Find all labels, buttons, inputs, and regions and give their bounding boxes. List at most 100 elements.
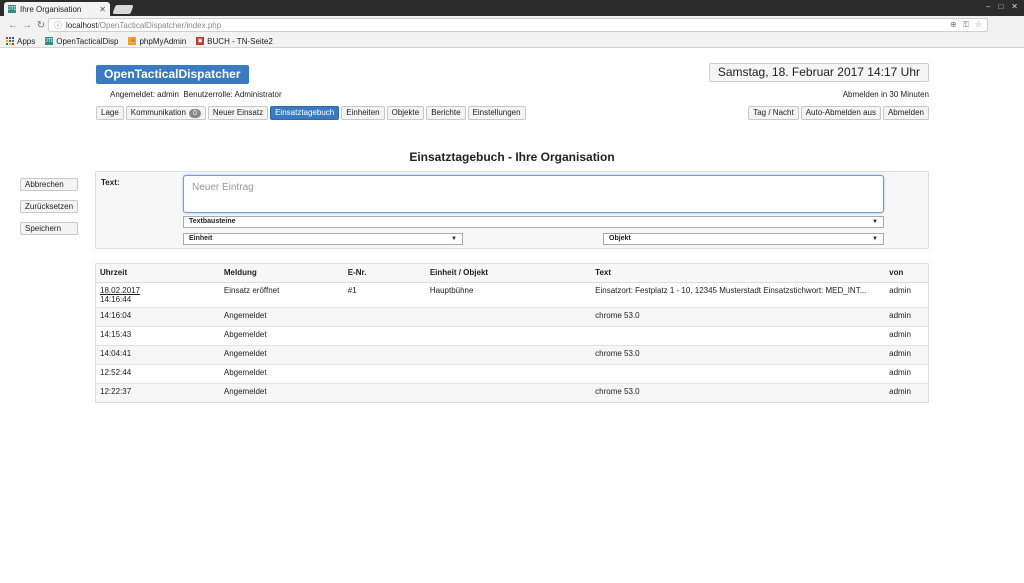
table-header-row: Uhrzeit Meldung E-Nr. Einheit / Objekt T… (96, 264, 928, 283)
bookmark-buch[interactable]: ▣ BUCH - TN-Seite2 (196, 37, 273, 46)
url-host: localhost (66, 20, 98, 30)
bookmark-phpmyadmin[interactable]: ⛵ phpMyAdmin (128, 37, 186, 46)
logout-button[interactable]: Abmelden (882, 106, 929, 120)
secondary-nav: Tag / Nacht Auto-Abmelden aus Abmelden (748, 106, 929, 120)
bookmark-label: phpMyAdmin (139, 36, 187, 46)
browser-tab[interactable]: OTD Ihre Organisation ✕ (4, 2, 110, 16)
meldung-cell: Angemeldet (219, 307, 344, 327)
table-row: 18.02.2017 14:16:44 Einsatz eröffnet #1 … (96, 282, 928, 308)
bookmark-star-icon[interactable]: ☆ (975, 20, 982, 30)
einheit-cell (425, 383, 592, 402)
otd-favicon-icon: OTD (43, 37, 55, 45)
time-cell: 12:52:44 (96, 364, 220, 384)
browser-tab-title: Ihre Organisation (20, 4, 82, 14)
dropdown-arrow-icon: ▼ (451, 236, 457, 242)
column-header: Uhrzeit (96, 264, 220, 283)
date-link[interactable]: 18.02.2017 (100, 286, 140, 295)
entry-form: Text: Textbausteine ▼ Einheit ▼ Objekt ▼ (95, 171, 929, 249)
close-window-icon[interactable]: ✕ (1011, 2, 1018, 11)
brand-logo[interactable]: OpenTacticalDispatcher (96, 65, 249, 84)
log-table: Uhrzeit Meldung E-Nr. Einheit / Objekt T… (96, 264, 928, 402)
einheit-cell: Hauptbühne (425, 282, 592, 308)
text-cell (591, 326, 886, 346)
bookmark-label: OpenTacticalDisp (56, 36, 119, 46)
einheit-cell (425, 307, 592, 327)
table-row: 12:22:37 Angemeldet chrome 53.0 admin (96, 383, 928, 402)
reload-icon[interactable]: ↻ (34, 20, 48, 31)
save-button[interactable]: Speichern (20, 222, 79, 235)
meldung-cell: Einsatz eröffnet (219, 282, 344, 308)
new-tab-button[interactable] (112, 5, 134, 14)
apps-grid-icon (6, 37, 14, 45)
meldung-cell: Angemeldet (219, 345, 344, 365)
nav-kommunikation-label: Kommunikation (130, 108, 186, 117)
nav-lage[interactable]: Lage (96, 106, 124, 120)
forward-icon[interactable]: → (20, 20, 34, 31)
textbausteine-label: Textbausteine (189, 218, 236, 225)
nav-neuer-einsatz[interactable]: Neuer Einsatz (207, 106, 269, 120)
window-controls: – □ ✕ (986, 2, 1018, 11)
minimize-icon[interactable]: – (986, 2, 990, 11)
text-cell: chrome 53.0 (591, 383, 886, 402)
von-cell: admin (885, 326, 928, 346)
einheit-select[interactable]: Einheit ▼ (183, 233, 463, 245)
time-cell: 14:15:43 (96, 326, 220, 346)
reset-button[interactable]: Zurücksetzen (20, 200, 79, 213)
day-night-button[interactable]: Tag / Nacht (748, 106, 799, 120)
time-cell: 18.02.2017 14:16:44 (96, 282, 220, 308)
enr-cell (343, 383, 426, 402)
textbausteine-select[interactable]: Textbausteine ▼ (183, 216, 884, 228)
key-icon[interactable]: ⚿ (963, 20, 969, 30)
close-tab-icon[interactable]: ✕ (99, 5, 106, 14)
zoom-icon[interactable]: ⊕ (950, 20, 957, 30)
nav-einheiten[interactable]: Einheiten (341, 106, 385, 120)
meldung-cell: Angemeldet (219, 383, 344, 402)
nav-einstellungen[interactable]: Einstellungen (467, 106, 526, 120)
back-icon[interactable]: ← (6, 20, 20, 31)
side-actions: Abbrechen Zurücksetzen Speichern (20, 178, 79, 235)
maximize-icon[interactable]: □ (998, 2, 1003, 11)
text-label: Text: (101, 178, 120, 187)
table-row: 14:15:43 Abgemeldet admin (96, 326, 928, 346)
bookmarks-bar: Apps OTD OpenTacticalDisp ⛵ phpMyAdmin ▣… (0, 35, 1024, 48)
clock-display: Samstag, 18. Februar 2017 14:17 Uhr (708, 63, 929, 82)
einheit-cell (425, 364, 592, 384)
von-cell: admin (885, 345, 928, 365)
main-nav: Lage Kommunikation 0 Neuer Einsatz Einsa… (96, 106, 526, 120)
logout-timer: Abmelden in 30 Minuten (842, 90, 929, 99)
nav-kommunikation[interactable]: Kommunikation 0 (125, 106, 206, 120)
enr-cell (343, 326, 426, 346)
nav-einsatztagebuch[interactable]: Einsatztagebuch (270, 106, 340, 120)
bookmark-otd[interactable]: OTD OpenTacticalDisp (43, 36, 119, 46)
bookmark-label: BUCH - TN-Seite2 (207, 36, 273, 46)
einheit-cell (425, 345, 592, 365)
message-count-badge: 0 (188, 108, 201, 118)
login-info: Angemeldet: admin Benutzerrolle: Adminis… (110, 90, 282, 99)
nav-objekte[interactable]: Objekte (386, 106, 425, 120)
meldung-cell: Abgemeldet (219, 326, 344, 346)
info-icon[interactable]: ⓘ (54, 20, 62, 31)
address-bar[interactable]: ⓘ localhost /OpenTacticalDispatcher/inde… (48, 18, 988, 32)
app-page: OpenTacticalDispatcher Samstag, 18. Febr… (0, 48, 1024, 583)
text-cell: chrome 53.0 (591, 345, 886, 365)
cancel-button[interactable]: Abbrechen (20, 178, 79, 191)
nav-berichte[interactable]: Berichte (426, 106, 466, 120)
browser-toolbar: ← → ↻ ⓘ localhost /OpenTacticalDispatche… (0, 16, 1024, 44)
table-row: 12:52:44 Abgemeldet admin (96, 364, 928, 384)
text-cell: Einsatzort: Festplatz 1 - 10, 12345 Must… (591, 282, 886, 308)
von-cell: admin (885, 364, 928, 384)
time-cell: 12:22:37 (96, 383, 220, 402)
bookmark-apps[interactable]: Apps (6, 37, 35, 46)
enr-cell (343, 345, 426, 365)
enr-cell: #1 (343, 282, 426, 308)
auto-logout-button[interactable]: Auto-Abmelden aus (800, 106, 881, 120)
buch-favicon-icon: ▣ (196, 37, 205, 45)
column-header: Meldung (219, 264, 344, 283)
dropdown-arrow-icon: ▼ (872, 219, 878, 225)
von-cell: admin (885, 282, 928, 308)
objekt-select[interactable]: Objekt ▼ (603, 233, 884, 245)
time-text: 14:16:44 (100, 294, 132, 304)
page-title: Einsatztagebuch - Ihre Organisation (409, 150, 615, 164)
column-header: Text (591, 264, 886, 283)
new-entry-textarea[interactable] (183, 175, 884, 213)
